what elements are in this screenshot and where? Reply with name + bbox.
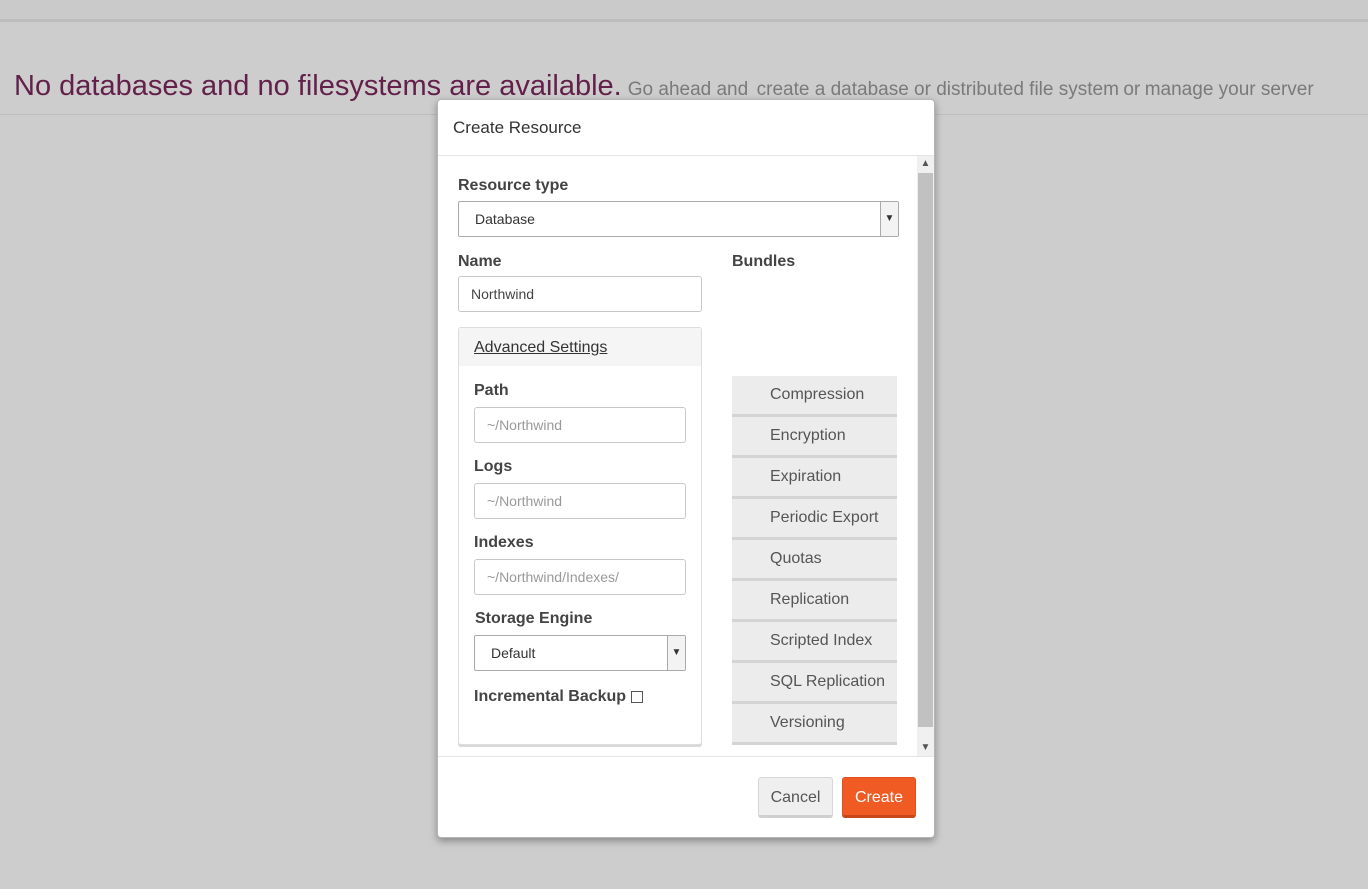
scrollbar-thumb[interactable]	[918, 173, 933, 727]
name-label: Name	[458, 253, 502, 270]
storage-engine-value: Default	[491, 645, 536, 661]
manage-server-link[interactable]: manage your server	[1145, 79, 1314, 100]
modal-footer: Cancel Create	[438, 756, 934, 838]
create-resource-dialog: Create Resource Resource type Database ▼…	[437, 99, 935, 838]
bundle-quotas[interactable]: Quotas	[732, 540, 897, 581]
incremental-backup-checkbox[interactable]	[631, 691, 643, 703]
bundle-encryption[interactable]: Encryption	[732, 417, 897, 458]
indexes-input[interactable]: ~/Northwind/Indexes/	[474, 559, 686, 595]
cancel-button[interactable]: Cancel	[758, 777, 833, 818]
notice-or: or	[1123, 79, 1141, 100]
path-input[interactable]: ~/Northwind	[474, 407, 686, 443]
scroll-down-arrow-icon[interactable]: ▼	[917, 740, 934, 756]
bundle-scripted-index[interactable]: Scripted Index	[732, 622, 897, 663]
resource-type-select[interactable]: Database ▼	[458, 201, 899, 237]
advanced-settings-toggle[interactable]: Advanced Settings	[474, 339, 607, 356]
bundle-replication[interactable]: Replication	[732, 581, 897, 622]
chevron-down-icon: ▼	[667, 636, 685, 670]
resource-type-value: Database	[475, 211, 535, 227]
bundle-expiration[interactable]: Expiration	[732, 458, 897, 499]
create-database-link[interactable]: create a database or distributed file sy…	[757, 79, 1119, 100]
scroll-up-arrow-icon[interactable]: ▲	[917, 156, 934, 172]
advanced-settings-header[interactable]: Advanced Settings	[459, 328, 701, 366]
notice-lead: Go ahead and	[627, 79, 749, 100]
bundles-label: Bundles	[732, 253, 796, 270]
top-strip	[0, 0, 1368, 22]
bundle-periodic-export[interactable]: Periodic Export	[732, 499, 897, 540]
notice-headline: No databases and no filesystems are avai…	[14, 70, 622, 102]
incremental-backup-label: Incremental Backup	[474, 688, 627, 705]
bundle-compression[interactable]: Compression	[732, 376, 897, 417]
bundle-versioning[interactable]: Versioning	[732, 704, 897, 745]
bundle-sql-replication[interactable]: SQL Replication	[732, 663, 897, 704]
create-button[interactable]: Create	[842, 777, 916, 818]
modal-scrollbar[interactable]: ▲ ▼	[917, 156, 934, 756]
modal-title: Create Resource	[438, 100, 934, 156]
name-input[interactable]: Northwind	[458, 276, 702, 312]
logs-label: Logs	[474, 458, 513, 475]
storage-engine-label: Storage Engine	[475, 610, 593, 627]
modal-body: Resource type Database ▼ Name Northwind …	[438, 156, 934, 756]
logs-input[interactable]: ~/Northwind	[474, 483, 686, 519]
storage-engine-select[interactable]: Default ▼	[474, 635, 686, 671]
resource-type-label: Resource type	[458, 177, 569, 194]
indexes-label: Indexes	[474, 534, 534, 551]
path-label: Path	[474, 382, 509, 399]
chevron-down-icon: ▼	[880, 202, 898, 236]
bundles-list: Compression Encryption Expiration Period…	[732, 376, 897, 745]
advanced-settings-panel: Advanced Settings Path ~/Northwind Logs …	[458, 327, 702, 745]
